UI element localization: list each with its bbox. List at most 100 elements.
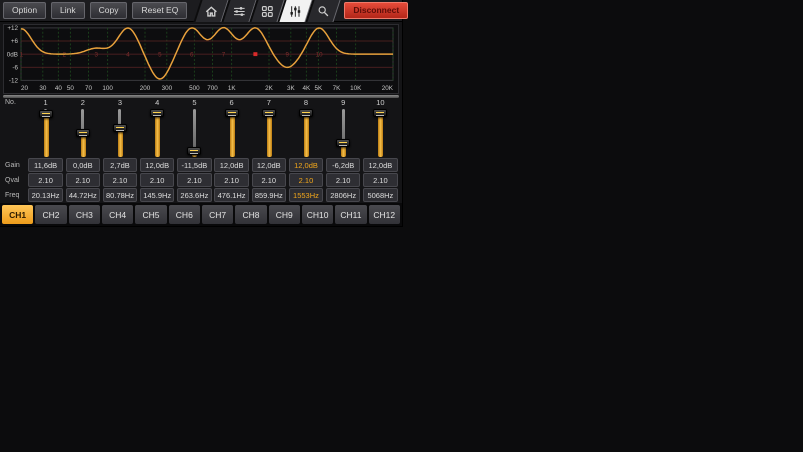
fader-track[interactable] [304,109,307,157]
copy-button[interactable]: Copy [90,2,128,19]
eq-gain-value-4[interactable]: 12,0dB [140,158,174,172]
option-button[interactable]: Option [3,2,46,19]
eq-gain-value-1[interactable]: 11,6dB [28,158,62,172]
eq-qval-row: Qval2.102.102.102.102.102.102.102.102.10… [3,173,399,187]
eq-band-fader-8[interactable]: 8 [304,99,308,157]
eq-qval-value-3[interactable]: 2.10 [103,173,137,187]
eq-qval-value-5[interactable]: 2.10 [177,173,211,187]
eq-freq-value-8[interactable]: 1553Hz [289,188,323,202]
eq-gain-value-7[interactable]: 12,0dB [252,158,286,172]
eq-band-fader-10[interactable]: 10 [376,99,384,157]
eq-band-fader-9[interactable]: 9 [341,99,345,157]
eq-qval-value-7[interactable]: 2.10 [252,173,286,187]
eq-cell-freq: 263.6Hz [176,188,213,202]
fader-track[interactable] [118,109,121,157]
channel-tab-ch3[interactable]: CH3 [69,205,100,224]
svg-text:5K: 5K [314,85,323,92]
eq-qval-value-6[interactable]: 2.10 [214,173,248,187]
channel-tab-ch12[interactable]: CH12 [369,205,400,224]
graph-scroll-strip[interactable] [3,95,399,98]
eq-freq-value-2[interactable]: 44.72Hz [66,188,100,202]
link-button[interactable]: Link [51,2,85,19]
eq-band-8: 8 [287,99,324,157]
fader-track[interactable] [230,109,233,157]
fader-handle[interactable] [113,124,127,132]
eq-gain-value-6[interactable]: 12,0dB [214,158,248,172]
channel-tab-ch11[interactable]: CH11 [335,205,366,224]
eq-band-fader-3[interactable]: 3 [118,99,122,157]
channel-tab-ch8[interactable]: CH8 [235,205,266,224]
fader-track[interactable] [267,109,270,157]
fader-track[interactable] [81,109,84,157]
eq-freq-value-6[interactable]: 476.1Hz [214,188,248,202]
eq-cell-gain: 12,0dB [362,158,399,172]
channel-tab-ch9[interactable]: CH9 [269,205,300,224]
eq-band-fader-7[interactable]: 7 [267,99,271,157]
eq-qval-value-4[interactable]: 2.10 [140,173,174,187]
eq-freq-value-9[interactable]: 2806Hz [326,188,360,202]
eq-qval-value-8[interactable]: 2.10 [289,173,323,187]
eq-band-fader-5[interactable]: 5 [192,99,196,157]
channel-tab-ch5[interactable]: CH5 [135,205,166,224]
disconnect-button[interactable]: Disconnect [344,2,408,19]
eq-cell-freq: 1553Hz [287,188,324,202]
fader-track[interactable] [342,109,345,157]
eq-qval-value-2[interactable]: 2.10 [66,173,100,187]
fader-handle[interactable] [225,109,239,117]
svg-text:+6: +6 [11,38,19,45]
fader-handle[interactable] [76,129,90,137]
eq-freq-value-7[interactable]: 859.9Hz [252,188,286,202]
eq-freq-value-3[interactable]: 80.78Hz [103,188,137,202]
dsp-app: Option Disconnect Main Volume MIN MAX -6… [0,0,803,452]
eq-gain-value-2[interactable]: 0,0dB [66,158,100,172]
eq-gain-value-9[interactable]: -6,2dB [326,158,360,172]
eq-qval-value-9[interactable]: 2.10 [326,173,360,187]
eq-cell-gain: -6,2dB [325,158,362,172]
eq-gain-value-3[interactable]: 2,7dB [103,158,137,172]
channel-tab-ch4[interactable]: CH4 [102,205,133,224]
channel-tab-ch7[interactable]: CH7 [202,205,233,224]
nav-tabs [197,0,337,22]
eq-freq-value-4[interactable]: 145.9Hz [140,188,174,202]
eq-freq-value-10[interactable]: 5068Hz [363,188,397,202]
channel-tab-ch2[interactable]: CH2 [35,205,66,224]
fader-handle[interactable] [39,110,53,118]
eq-curve-graph[interactable]: +12+60dB-6-1220304050701002003005007001K… [3,24,399,94]
svg-text:20K: 20K [382,85,394,92]
nav-tab-magnifier[interactable] [306,0,341,22]
svg-text:-12: -12 [9,78,19,85]
fader-handle[interactable] [373,109,387,117]
mixer-icon [233,4,246,17]
fader-handle[interactable] [262,109,276,117]
fader-track[interactable] [156,109,159,157]
eq-gain-value-8[interactable]: 12,0dB [289,158,323,172]
fader-handle[interactable] [187,147,201,155]
eq-icon [289,4,302,17]
fader-handle[interactable] [150,109,164,117]
fader-handle[interactable] [299,109,313,117]
eq-freq-value-5[interactable]: 263.6Hz [177,188,211,202]
channel-tab-ch6[interactable]: CH6 [169,205,200,224]
eq-band-fader-6[interactable]: 6 [230,99,234,157]
eq-band-fader-2[interactable]: 2 [81,99,85,157]
eq-cell-freq: 80.78Hz [101,188,138,202]
eq-gain-row: Gain11,6dB0,0dB2,7dB12,0dB-11,5dB12,0dB1… [3,158,399,172]
eq-cell-gain: 11,6dB [27,158,64,172]
eq-band-fader-4[interactable]: 4 [155,99,159,157]
channel-tab-ch1[interactable]: CH1 [2,205,33,224]
svg-text:1K: 1K [228,85,237,92]
svg-text:7K: 7K [333,85,342,92]
eq-gain-value-10[interactable]: 12,0dB [363,158,397,172]
eq-band-fader-1[interactable]: 1 [44,99,48,157]
fader-track[interactable] [193,109,196,157]
eq-cell-qval: 2.10 [250,173,287,187]
channel-tab-ch10[interactable]: CH10 [302,205,333,224]
eq-qval-value-10[interactable]: 2.10 [363,173,397,187]
fader-track[interactable] [379,109,382,157]
eq-gain-value-5[interactable]: -11,5dB [177,158,211,172]
fader-track[interactable] [44,109,47,157]
eq-freq-value-1[interactable]: 20.13Hz [28,188,62,202]
eq-qval-value-1[interactable]: 2.10 [28,173,62,187]
reset-eq-button[interactable]: Reset EQ [132,2,187,19]
fader-handle[interactable] [336,139,350,147]
